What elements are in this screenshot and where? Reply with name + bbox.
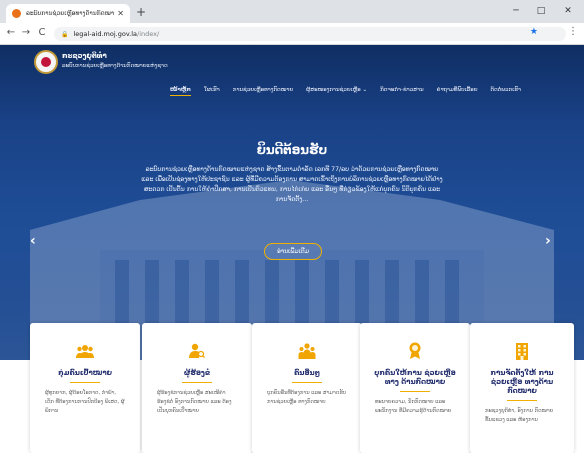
bookmark-star-icon[interactable]: ★ (530, 27, 538, 37)
browser-menu-icon[interactable]: ⋮ (568, 26, 578, 37)
card-legal-aid-providers[interactable]: ບຸກຄົນໃຫ້ການ ຊ່ວຍເຫຼືອທາງ ດ້ານກົດໝາຍ ທະນ… (360, 323, 470, 453)
forward-icon[interactable]: → (19, 27, 33, 38)
card-applicant[interactable]: ຜູ້ຮ້ອງຂໍ ຜູ້ຮ້ອງຂໍການຊ່ວຍເຫຼືອ ສະເໜີຄຳຮ… (142, 323, 252, 453)
card-text: ກະຊວງຍຸຕິທຳ, ອົງການ ກົດໝາຍຂັ້ນແຂວງ ແລະ ຫ… (485, 408, 554, 423)
card-others[interactable]: ຄົນອື່ນໆ ບຸກຄົນອື່ນທີ່ຕ້ອງການ ແລະ ສາມາດຮ… (252, 323, 362, 453)
nav-item-1[interactable]: ໃຜເຮົາ (204, 87, 220, 95)
main-nav: ໜ້າຫຼັກ ໃຜເຮົາ ການຊ່ວຍເຫຼືອທາງກົດໝາຍ ຜູ້ສະໜ… (170, 85, 580, 97)
card-text: ທະນາຍຄວາມ, ນັກກົດໝາຍ ແລະ ພະນັກງານ ທີ່ມີຄ… (375, 399, 452, 414)
hero-description: ລະບົບການຊ່ວຍເຫຼືອທາງດ້ານກົດໝາຍແຫ່ງຊາດ ສ້… (141, 166, 443, 203)
url-field[interactable]: 🔒 legal-aid.moj.gov.la/index/ (54, 27, 566, 41)
title-underline (507, 400, 537, 401)
nav-item-4[interactable]: ກິດຈະກຳ-ຂ່າວສານ (380, 87, 424, 95)
people-icon (297, 341, 317, 361)
card-target-groups[interactable]: ກຸ່ມຄົນເປົ້າໝາຍ ຜູ້ທຸກຍາກ, ຜູ້ດ້ອຍໂອກາດ,… (30, 323, 140, 453)
people-group-icon (75, 341, 95, 361)
carousel-next-icon[interactable]: › (545, 233, 551, 249)
nav-item-0[interactable]: ໜ້າຫຼັກ (170, 87, 191, 96)
card-title: ບຸກຄົນໃຫ້ການ ຊ່ວຍເຫຼືອທາງ ດ້ານກົດໝາຍ (374, 369, 456, 386)
card-text: ຜູ້ທຸກຍາກ, ຜູ້ດ້ອຍໂອກາດ, ກຳພ້າ, ເດັກ ທີ່… (45, 390, 125, 414)
title-underline (292, 382, 322, 383)
lock-icon: 🔒 (61, 30, 69, 38)
site-favicon-icon (12, 9, 21, 18)
nav-item-3[interactable]: ຜູ້ສະໜອງການຊ່ວຍເຫຼືອ ⌄ (306, 87, 367, 95)
nav-item-6[interactable]: ຕິດຕໍ່ພວກເຮົາ (491, 87, 521, 95)
org-name: ກະຊວງຍຸຕິທຳ (62, 52, 107, 60)
reload-icon[interactable]: C (35, 27, 49, 38)
new-tab-button[interactable]: + (136, 5, 146, 19)
card-title: ກຸ່ມຄົນເປົ້າໝາຍ (58, 369, 112, 377)
browser-tab[interactable]: ລະບົບການຊ່ວຍເຫຼືອທາງດ້ານກົດໝາຍ ✕ (6, 4, 130, 23)
building-icon (512, 341, 532, 361)
card-title: ຄົນອື່ນໆ (294, 369, 320, 377)
card-text: ບຸກຄົນອື່ນທີ່ຕ້ອງການ ແລະ ສາມາດຮັບ ການຊ່ວ… (267, 390, 347, 405)
hero-title: ຍິນດີຕ້ອນຮັບ (256, 143, 328, 157)
tab-title: ລະບົບການຊ່ວຍເຫຼືອທາງດ້ານກົດໝາຍ (26, 10, 115, 17)
card-legal-aid-organizations[interactable]: ການຈັດຕັ້ງໃຫ້ ການຊ່ວຍເຫຼືອ ທາງດ້ານກົດໝາຍ… (470, 323, 574, 453)
title-underline (70, 382, 100, 383)
ministry-logo[interactable] (34, 50, 58, 74)
read-more-button[interactable]: ອ່ານເພີ່ມເຕີມ (264, 243, 322, 260)
url-host: legal-aid.moj.gov.la (73, 30, 138, 38)
nav-item-2[interactable]: ການຊ່ວຍເຫຼືອທາງກົດໝາຍ (233, 87, 293, 95)
feature-cards: ກຸ່ມຄົນເປົ້າໝາຍ ຜູ້ທຸກຍາກ, ຜູ້ດ້ອຍໂອກາດ,… (0, 300, 584, 453)
card-title: ຜູ້ຮ້ອງຂໍ (183, 369, 211, 377)
address-bar-row: ← → C 🔒 legal-aid.moj.gov.la/index/ ★ ⋮ (0, 23, 584, 45)
maximize-button[interactable]: □ (530, 3, 552, 19)
url-path: /index/ (137, 30, 160, 38)
card-title: ການຈັດຕັ້ງໃຫ້ ການຊ່ວຍເຫຼືອ ທາງດ້ານກົດໝາຍ (490, 369, 554, 395)
tab-close-icon[interactable]: ✕ (117, 9, 124, 18)
award-icon (405, 341, 425, 361)
carousel-prev-icon[interactable]: ‹ (30, 233, 36, 249)
browser-tab-strip: ລະບົບການຊ່ວຍເຫຼືອທາງດ້ານກົດໝາຍ ✕ + ─ □ ✕ (0, 0, 584, 23)
person-search-icon (187, 341, 207, 361)
back-icon[interactable]: ← (4, 27, 18, 38)
title-underline (182, 382, 212, 383)
title-underline (400, 391, 430, 392)
system-name: ລະບົບການຊ່ວຍເຫຼືອທາງດ້ານກົດໝາຍແຫ່ງຊາດ (62, 63, 168, 69)
card-text: ຜູ້ຮ້ອງຂໍການຊ່ວຍເຫຼືອ ສະເໜີຄຳຮ້ອງຂໍຕໍ່ ອ… (157, 390, 232, 414)
nav-item-5[interactable]: ຄຳຖາມທີ່ພົບເລື້ອຍ (437, 87, 478, 95)
close-window-button[interactable]: ✕ (556, 3, 580, 19)
minimize-button[interactable]: ─ (505, 3, 527, 19)
